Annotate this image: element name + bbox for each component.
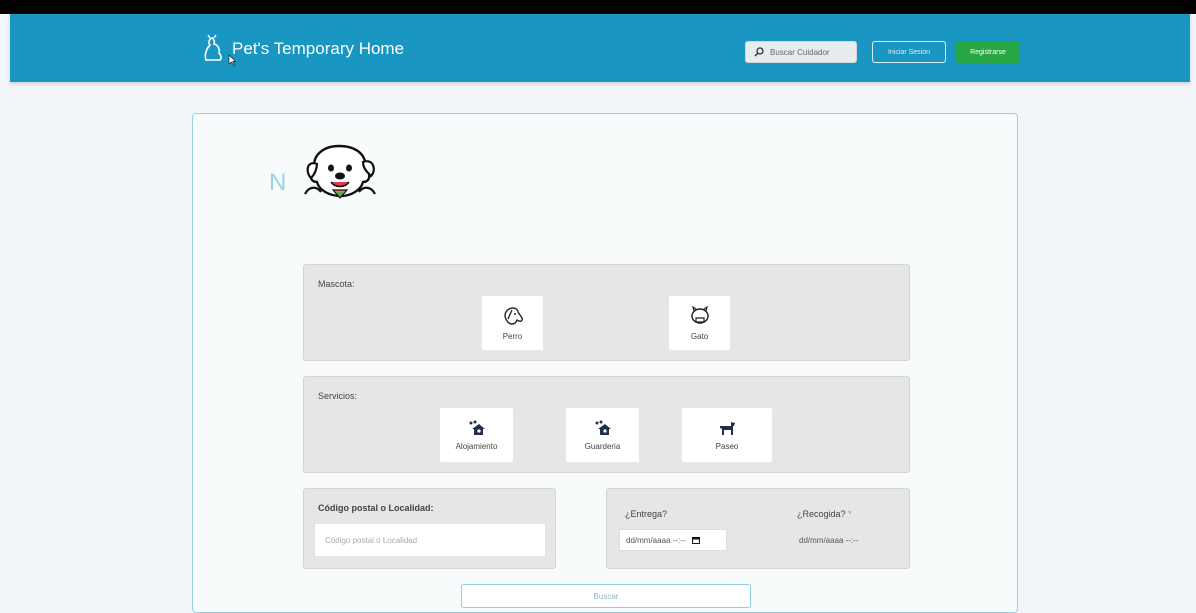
service-option-label: Guarderia xyxy=(584,441,621,451)
service-option-guarderia[interactable]: Guarderia xyxy=(565,407,640,463)
pet-option-label: Gato xyxy=(690,331,709,341)
app-title: Pet's Temporary Home xyxy=(232,39,405,58)
pickup-label: ¿Recogida? xyxy=(797,509,846,519)
calendar-icon[interactable] xyxy=(691,536,700,544)
pet-option-dog[interactable]: Perro xyxy=(481,295,544,351)
house-paw-icon xyxy=(469,420,485,435)
delivery-label: ¿Entrega? xyxy=(625,509,668,519)
dates-panel: ¿Entrega? ¿Recogida? * dd/mm/aaaa --:-- … xyxy=(606,488,910,569)
service-option-paseo[interactable]: Paseo xyxy=(681,407,773,463)
pickup-required-marker: * xyxy=(848,509,852,519)
register-button[interactable]: Registrarse xyxy=(956,41,1020,63)
dog-logo-icon xyxy=(204,34,222,61)
navbar: Pet's Temporary Home Buscar Cuidador Ini… xyxy=(10,14,1190,82)
pet-option-label: Perro xyxy=(502,331,523,341)
login-button[interactable]: Iniciar Sesion xyxy=(872,41,946,63)
pet-panel: Mascota: Perro Gato xyxy=(303,264,910,361)
location-panel: Código postal o Localidad: Código postal… xyxy=(303,488,556,569)
pet-option-cat[interactable]: Gato xyxy=(668,295,731,351)
service-option-alojamiento[interactable]: Alojamiento xyxy=(439,407,514,463)
pet-label: Mascota: xyxy=(318,279,355,289)
location-input[interactable]: Código postal o Localidad xyxy=(314,523,546,557)
brand-letter: N xyxy=(269,169,287,196)
house-paw-icon xyxy=(595,420,611,435)
pickup-date-value: dd/mm/aaaa --:-- xyxy=(799,535,859,545)
dog-walk-icon xyxy=(720,421,735,435)
location-label: Código postal o Localidad: xyxy=(318,503,434,513)
cat-icon xyxy=(690,305,709,324)
pickup-label-group: ¿Recogida? * xyxy=(797,509,852,519)
dog-icon xyxy=(503,306,523,325)
delivery-date-input[interactable]: dd/mm/aaaa --:-- xyxy=(619,529,727,551)
pickup-date-input[interactable]: dd/mm/aaaa --:-- xyxy=(799,529,899,551)
search-icon xyxy=(754,47,764,57)
delivery-date-value: dd/mm/aaaa --:-- xyxy=(626,535,686,545)
services-label: Servicios: xyxy=(318,391,358,401)
search-submit-button[interactable]: Buscar xyxy=(461,584,751,608)
search-caregiver-label: Buscar Cuidador xyxy=(770,47,830,57)
mouse-cursor-icon xyxy=(228,54,236,66)
screen-top-border xyxy=(0,0,1196,14)
dog-mascot-icon xyxy=(304,144,376,199)
service-option-label: Paseo xyxy=(715,441,739,451)
service-option-label: Alojamiento xyxy=(455,441,498,451)
search-caregiver-button[interactable]: Buscar Cuidador xyxy=(745,41,857,63)
services-panel: Servicios: Alojamiento Guarderia Paseo xyxy=(303,376,910,473)
search-card: N Mascota: Perro Gato Servicios: Alojami… xyxy=(192,113,1018,613)
